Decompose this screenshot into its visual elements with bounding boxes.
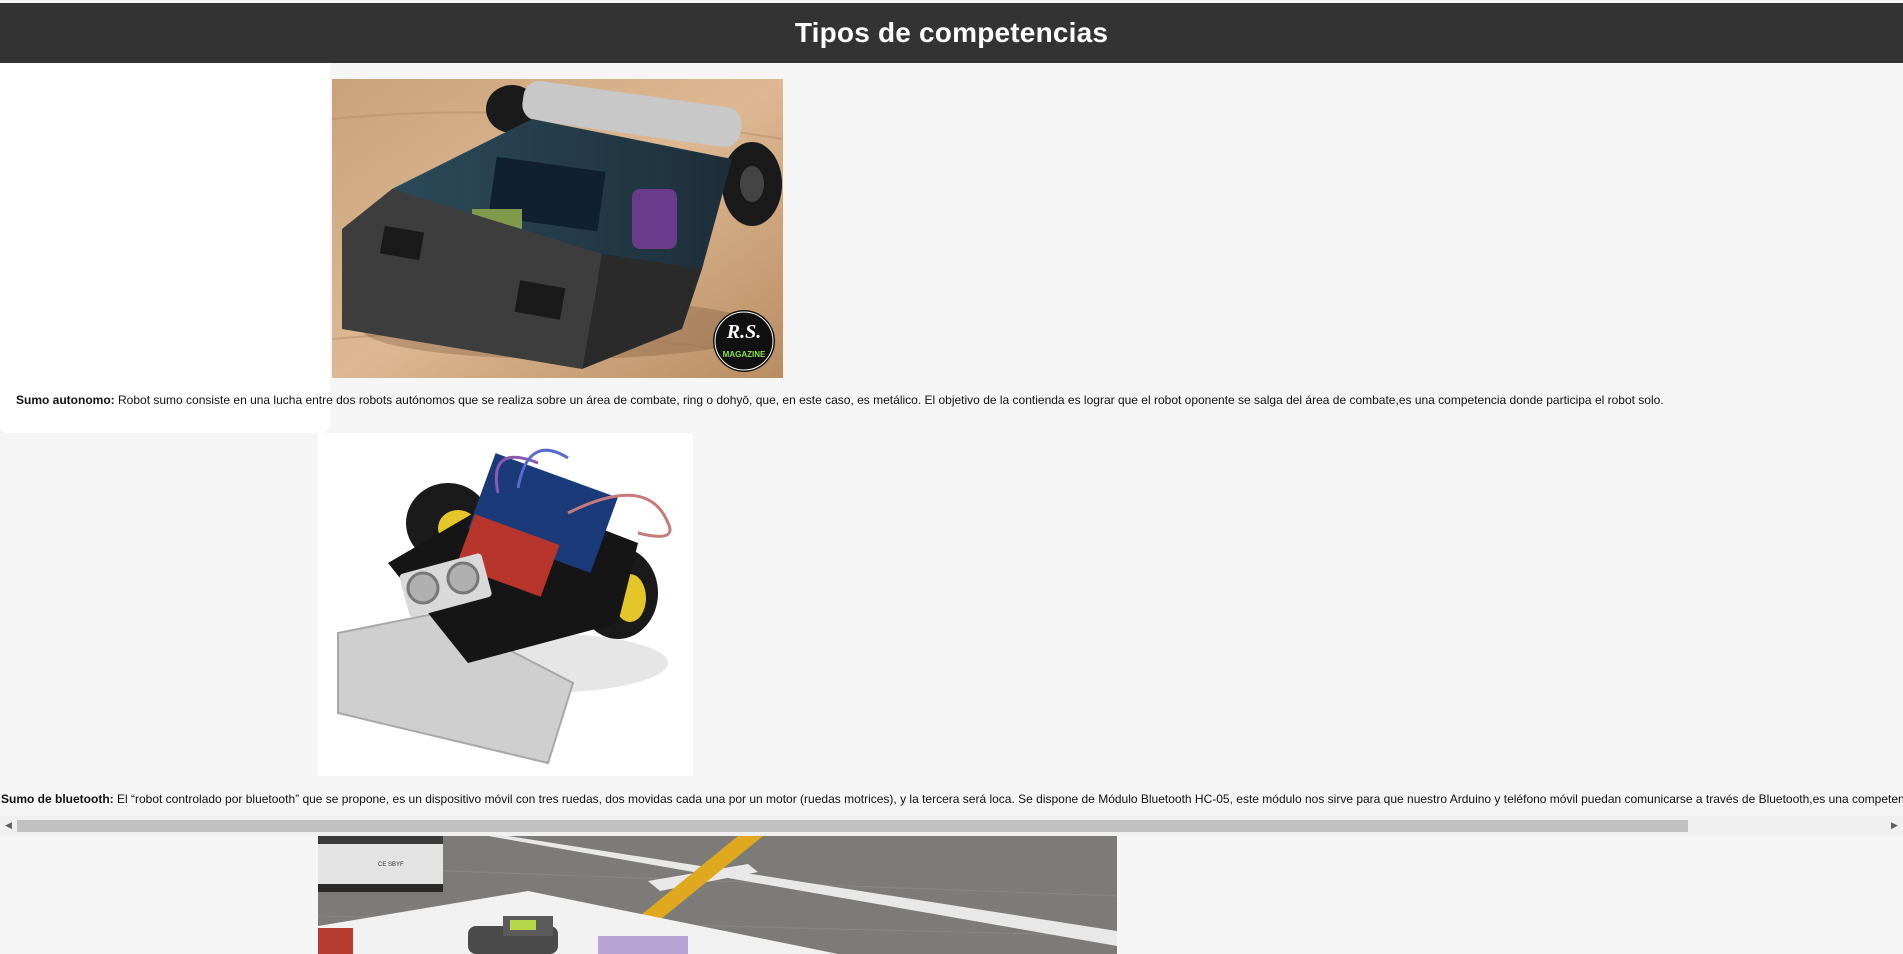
- bluetooth-robot-photo-icon: [318, 433, 693, 776]
- watermark-text: R.S.: [726, 321, 761, 343]
- competition-description-sumo-bluetooth: Sumo de bluetooth: El “robot controlado …: [1, 792, 1903, 806]
- page-title: Tipos de competencias: [794, 17, 1109, 48]
- competition-name: Sumo de bluetooth:: [1, 792, 114, 806]
- competition-description-sumo-autonomo: Sumo autonomo: Robot sumo consiste en un…: [16, 393, 1664, 407]
- sumo-robot-image: R.S. MAGAZINE: [332, 79, 783, 378]
- svg-text:CE SBYF: CE SBYF: [378, 862, 404, 868]
- page-header: Tipos de competencias: [0, 3, 1903, 63]
- line-follower-track-image: CE SBYF: [318, 836, 1117, 954]
- page: Tipos de competencias R.S. MAGAZINE Sumo…: [0, 0, 1903, 954]
- competition-text: El “robot controlado por bluetooth” que …: [117, 792, 1903, 806]
- scrollbar-thumb[interactable]: [17, 820, 1688, 832]
- line-follower-track-photo-icon: CE SBYF: [318, 836, 1117, 954]
- bluetooth-robot-image: [318, 433, 693, 776]
- sumo-robot-photo-icon: R.S. MAGAZINE: [332, 79, 783, 378]
- competition-text: Robot sumo consiste en una lucha entre d…: [118, 393, 1664, 407]
- scroll-left-icon[interactable]: ◀: [0, 816, 17, 836]
- svg-text:MAGAZINE: MAGAZINE: [723, 350, 766, 359]
- horizontal-scrollbar[interactable]: ◀ ▶: [0, 816, 1903, 836]
- scroll-right-icon[interactable]: ▶: [1886, 816, 1903, 836]
- competition-card-sumo-autonomo: [0, 63, 330, 433]
- competition-name: Sumo autonomo:: [16, 393, 115, 407]
